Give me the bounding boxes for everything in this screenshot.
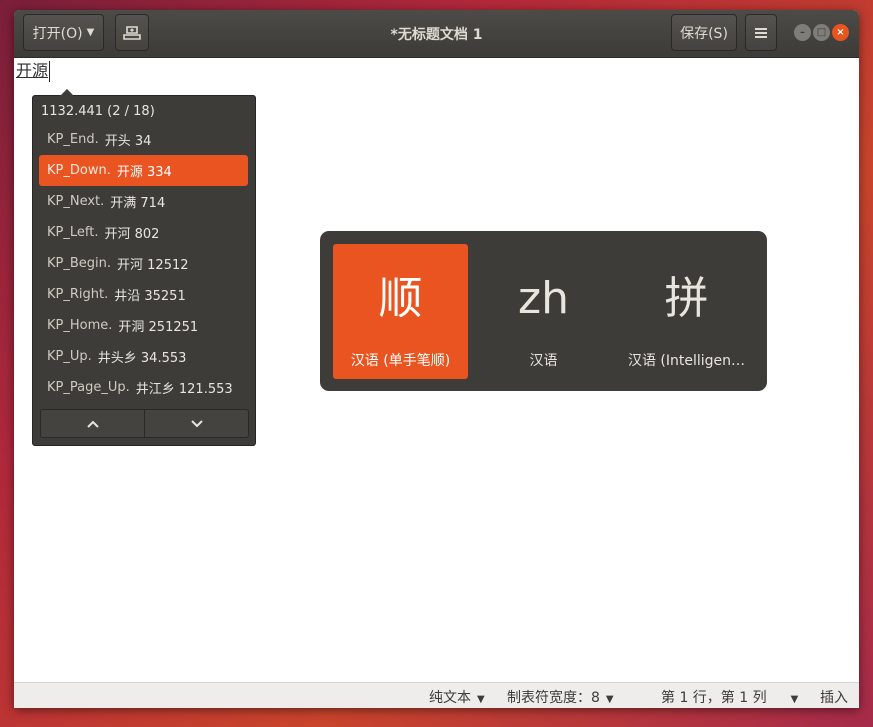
candidate-item[interactable]: KP_Begin. 开河 12512 bbox=[39, 248, 248, 279]
candidate-text: 开河 12512 bbox=[117, 258, 189, 273]
input-method-symbol: zh bbox=[518, 273, 569, 324]
candidate-text: 开河 802 bbox=[104, 227, 160, 242]
input-method-label: 汉语 bbox=[529, 353, 558, 369]
tab-width-selector[interactable]: 制表符宽度：8 ▼ bbox=[507, 687, 614, 707]
candidate-item[interactable]: KP_Right. 井沿 35251 bbox=[39, 279, 248, 310]
status-bar: 纯文本 ▼ 制表符宽度：8 ▼ 第 1 行，第 1 列 ▼ 插入 bbox=[14, 682, 859, 708]
save-button-label: 保存(S) bbox=[680, 25, 728, 42]
chevron-down-icon bbox=[190, 419, 203, 427]
candidate-key: KP_Left. bbox=[47, 225, 99, 240]
candidate-item[interactable]: KP_Home. 开洞 251251 bbox=[39, 310, 248, 341]
input-method-option[interactable]: 拼 汉语 (Intelligen… bbox=[619, 244, 754, 379]
input-method-symbol: 顺 bbox=[378, 273, 423, 324]
maximize-icon[interactable]: □ bbox=[813, 24, 830, 41]
candidate-key: KP_Home. bbox=[47, 318, 113, 333]
candidate-item[interactable]: KP_Next. 开满 714 bbox=[39, 186, 248, 217]
candidate-key: KP_Right. bbox=[47, 287, 109, 302]
chevron-up-icon bbox=[86, 420, 99, 428]
candidate-key: KP_Down. bbox=[47, 163, 111, 178]
candidate-header: 1132.441 (2 / 18) bbox=[41, 104, 155, 119]
candidate-text: 开头 34 bbox=[104, 134, 152, 149]
open-button-label: 打开(O) bbox=[32, 25, 83, 42]
language-label: 纯文本 bbox=[429, 690, 471, 706]
previous-page-button[interactable] bbox=[41, 410, 145, 437]
candidate-text: 开洞 251251 bbox=[118, 320, 199, 335]
language-selector[interactable]: 纯文本 ▼ bbox=[429, 687, 485, 707]
tab-width-label: 制表符宽度：8 bbox=[507, 690, 600, 706]
header-bar: 打开(O) ▼ *无标题文档 1 保存(S) – □ × bbox=[14, 10, 859, 58]
candidate-item[interactable]: KP_Up. 井头乡 34.553 bbox=[39, 341, 248, 372]
input-method-switcher: 顺 汉语 (单手笔顺) zh 汉语 拼 汉语 (Intelligen… bbox=[320, 231, 767, 391]
new-document-button[interactable] bbox=[115, 14, 149, 51]
popup-pointer bbox=[60, 89, 74, 96]
next-page-button[interactable] bbox=[145, 410, 248, 437]
candidate-item-selected[interactable]: KP_Down. 开源 334 bbox=[39, 155, 248, 186]
chevron-down-icon: ▼ bbox=[790, 694, 799, 705]
new-document-icon bbox=[123, 25, 141, 40]
candidate-text: 开满 714 bbox=[110, 196, 166, 211]
save-button[interactable]: 保存(S) bbox=[671, 14, 737, 51]
candidate-pager bbox=[40, 409, 249, 438]
insert-mode-indicator[interactable]: 插入 bbox=[820, 687, 848, 707]
candidate-item[interactable]: KP_Left. 开河 802 bbox=[39, 217, 248, 248]
candidate-key: KP_Page_Up. bbox=[47, 380, 130, 395]
candidate-key: KP_Up. bbox=[47, 349, 92, 364]
text-cursor bbox=[49, 61, 50, 82]
open-button[interactable]: 打开(O) ▼ bbox=[23, 14, 104, 51]
editor-window: 打开(O) ▼ *无标题文档 1 保存(S) – □ × 开源 1132.441… bbox=[14, 10, 859, 708]
input-method-label: 汉语 (单手笔顺) bbox=[350, 353, 451, 369]
candidate-text: 开源 334 bbox=[116, 165, 172, 180]
input-method-option-active[interactable]: 顺 汉语 (单手笔顺) bbox=[333, 244, 468, 379]
minimize-icon[interactable]: – bbox=[794, 24, 811, 41]
candidate-text: 井头乡 34.553 bbox=[97, 351, 187, 366]
candidate-text: 井江乡 121.553 bbox=[135, 382, 233, 397]
candidate-text: 井沿 35251 bbox=[114, 289, 186, 304]
candidate-key: KP_Begin. bbox=[47, 256, 112, 271]
cursor-position-selector[interactable]: 第 1 行，第 1 列 ▼ bbox=[661, 687, 798, 707]
chevron-down-icon: ▼ bbox=[86, 27, 95, 38]
hamburger-menu-icon bbox=[755, 27, 767, 38]
input-method-label: 汉语 (Intelligen… bbox=[627, 353, 746, 369]
chevron-down-icon: ▼ bbox=[605, 694, 614, 705]
editor-preedit-text[interactable]: 开源 bbox=[16, 61, 48, 81]
cursor-position-label: 第 1 行，第 1 列 bbox=[661, 690, 767, 706]
candidate-item[interactable]: KP_Page_Up. 井江乡 121.553 bbox=[39, 372, 248, 403]
input-method-symbol: 拼 bbox=[664, 273, 709, 324]
close-icon[interactable]: × bbox=[832, 24, 849, 41]
candidate-key: KP_Next. bbox=[47, 194, 105, 209]
input-method-option[interactable]: zh 汉语 bbox=[476, 244, 611, 379]
window-title: *无标题文档 1 bbox=[390, 27, 483, 43]
menu-button[interactable] bbox=[745, 14, 777, 51]
chevron-down-icon: ▼ bbox=[477, 694, 485, 705]
candidate-item[interactable]: KP_End. 开头 34 bbox=[39, 124, 248, 155]
candidate-popup: 1132.441 (2 / 18) KP_End. 开头 34 KP_Down.… bbox=[32, 89, 256, 446]
candidate-key: KP_End. bbox=[47, 132, 99, 147]
